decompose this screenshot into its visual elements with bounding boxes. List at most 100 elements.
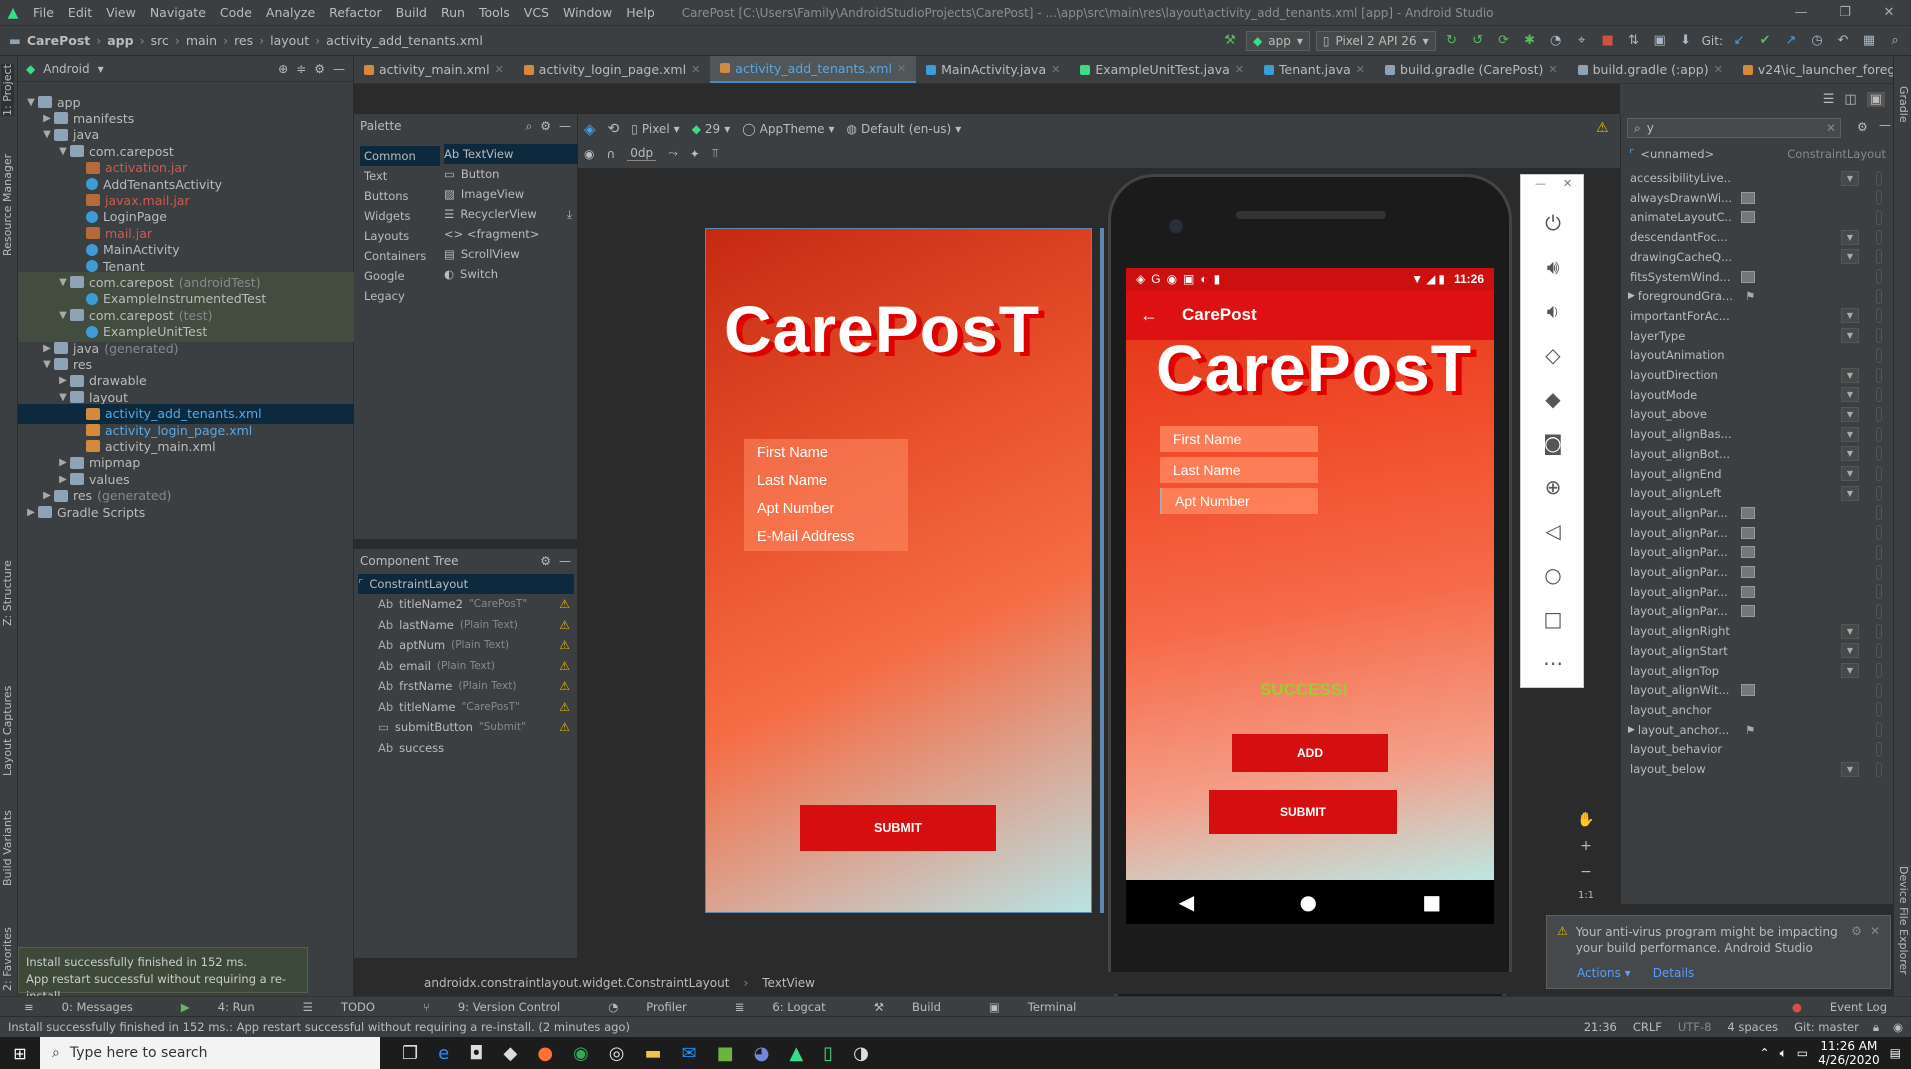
build-tab[interactable]: ⚒ Build [850,1000,965,1014]
device-select[interactable]: ▯ Pixel ▾ [631,122,679,136]
close-tab-icon[interactable]: ✕ [897,62,906,75]
gear-icon[interactable]: ⚙ [1857,120,1868,134]
clear-constraints-icon[interactable]: ⤳ [668,146,678,161]
logcat-tab[interactable]: ≣ 6: Logcat [711,1000,850,1014]
hammer-icon[interactable]: ⚒ [1220,31,1240,51]
breadcrumb-layout[interactable]: layout [267,33,312,48]
event-log-tab[interactable]: ● Event Log [1768,1000,1911,1014]
palette-cat-google[interactable]: Google [360,266,440,286]
attribute-value-field[interactable] [1876,544,1882,560]
git-push-icon[interactable]: ↗ [1781,31,1801,51]
dropdown-icon[interactable]: ▼ [1841,367,1859,383]
palette-cat-common[interactable]: Common [360,146,440,166]
tray-clock[interactable]: 11:26 AM 4/26/2020 [1818,1039,1880,1067]
git-commit-icon[interactable]: ✔ [1755,31,1775,51]
editor-tab[interactable]: ExampleUnitTest.java ✕ [1070,56,1254,83]
component-item[interactable]: Ab success [378,738,574,758]
close-icon[interactable]: ✕ [1867,5,1911,20]
caret-position[interactable]: 21:36 [1576,1020,1625,1034]
inspector-icon[interactable]: ◉ [1885,1020,1911,1034]
menu-code[interactable]: Code [213,5,259,20]
component-item[interactable]: Ab aptNum (Plain Text) ⚠ [378,635,574,655]
chevron-down-icon[interactable]: ▼ [40,129,54,140]
rotate-right-icon[interactable]: ◆ [1521,387,1585,411]
version-control-tab[interactable]: ⑂ 9: Version Control [399,1000,584,1014]
editor-tab[interactable]: v24\ic_launcher_foreground.xml✕ [1733,56,1893,83]
menu-file[interactable]: File [26,5,61,20]
component-item[interactable]: Ab email (Plain Text) ⚠ [378,656,574,676]
attribute-value-field[interactable] [1876,328,1882,344]
attribute-value-field[interactable] [1876,623,1882,639]
app-first-name-field[interactable]: First Name [1160,426,1318,452]
flag-value-icon[interactable] [1741,546,1755,559]
orientation-icon[interactable]: ⟲ [608,121,620,137]
editor-tab[interactable]: Tenant.java ✕ [1254,56,1375,83]
apply-code-changes-icon[interactable]: ↺ [1468,31,1488,51]
attribute-value-field[interactable] [1876,466,1882,481]
action-center-icon[interactable]: ▤ [1890,1046,1901,1060]
todo-tab[interactable]: ☰ TODO [279,1000,399,1014]
back-arrow-icon[interactable]: ← [1140,305,1158,326]
preview-submit-button[interactable]: SUBMIT [800,805,996,851]
close-tab-icon[interactable]: ✕ [1235,63,1244,76]
layout-preview[interactable]: CarePosT First Name Last Name Apt Number… [705,228,1092,913]
project-tool-tab[interactable]: 1: Project [1,64,14,116]
messages-tab[interactable]: ≡ 0: Messages [0,1000,157,1014]
palette-item-button[interactable]: ▭ Button [444,164,578,184]
dropdown-icon[interactable]: ▼ [1841,466,1859,481]
split-view-icon[interactable]: ◫ [1844,92,1856,107]
component-item[interactable]: Ab titleName "CarePosT" ⚠ [378,697,574,717]
profile-icon[interactable]: ◔ [1546,31,1566,51]
attribute-value-field[interactable] [1876,209,1882,225]
menu-edit[interactable]: Edit [61,5,99,20]
gradle-tab[interactable]: Gradle [1897,86,1910,123]
chevron-down-icon[interactable]: ▼ [56,392,70,403]
attribute-value-field[interactable] [1876,505,1882,521]
chevron-right-icon[interactable]: ▶ [56,457,70,468]
code-view-icon[interactable]: ☰ [1823,92,1835,107]
rotate-left-icon[interactable]: ◇ [1521,343,1585,367]
overview-icon[interactable]: □ [1521,607,1585,631]
dropdown-icon[interactable]: ▼ [1841,643,1859,659]
attribute-value-field[interactable] [1876,525,1882,541]
dropdown-icon[interactable]: ▼ [1841,485,1859,501]
attribute-search-input[interactable]: ⌕ y ✕ [1627,118,1841,138]
menu-help[interactable]: Help [619,5,662,20]
component-item[interactable]: Ab titleName2 "CarePosT" ⚠ [378,594,574,614]
warning-icon[interactable]: ⚠ [559,597,570,611]
balloon-gear-icon[interactable]: ⚙ [1851,924,1862,956]
palette-cat-containers[interactable]: Containers [360,246,440,266]
emulator-taskbar-icon[interactable]: ▯ [823,1043,833,1064]
warning-icon[interactable]: ⚠ [559,700,570,714]
flag-value-icon[interactable] [1741,191,1755,204]
attribute-value-field[interactable] [1876,367,1882,383]
close-tab-icon[interactable]: ✕ [1356,63,1365,76]
git-update-icon[interactable]: ↙ [1729,31,1749,51]
camera-icon[interactable]: ◙ [1521,431,1585,455]
close-tab-icon[interactable]: ✕ [691,63,700,76]
store-icon[interactable]: ◘ [469,1043,483,1064]
hide-icon[interactable]: — [559,119,571,133]
flag-value-icon[interactable] [1741,506,1755,519]
search-icon[interactable]: ⌕ [526,119,533,134]
attribute-value-field[interactable] [1876,249,1882,265]
dropdown-icon[interactable]: ▼ [1841,761,1859,777]
attribute-value-field[interactable] [1876,584,1882,600]
app-add-button[interactable]: ADD [1232,734,1388,772]
attribute-value-field[interactable] [1876,722,1882,738]
history-icon[interactable]: ◷ [1807,31,1827,51]
close-tab-icon[interactable]: ✕ [495,63,504,76]
restore-icon[interactable]: ❐ [1823,5,1867,20]
palette-cat-widgets[interactable]: Widgets [360,206,440,226]
attribute-value-field[interactable] [1876,485,1882,501]
attribute-value-field[interactable] [1876,308,1882,324]
lock-icon[interactable]: 🔒︎ [1867,1020,1885,1035]
attribute-value-field[interactable] [1876,564,1882,580]
collapse-all-icon[interactable]: ≑ [296,62,306,76]
flag-value-icon[interactable] [1741,684,1755,697]
dropdown-icon[interactable]: ▼ [1841,387,1859,403]
rerun-icon[interactable]: ⟳ [1494,31,1514,51]
flag-value-icon[interactable] [1741,566,1755,578]
menu-vcs[interactable]: VCS [517,5,556,20]
palette-item-scrollview[interactable]: ▤ ScrollView [444,244,578,264]
